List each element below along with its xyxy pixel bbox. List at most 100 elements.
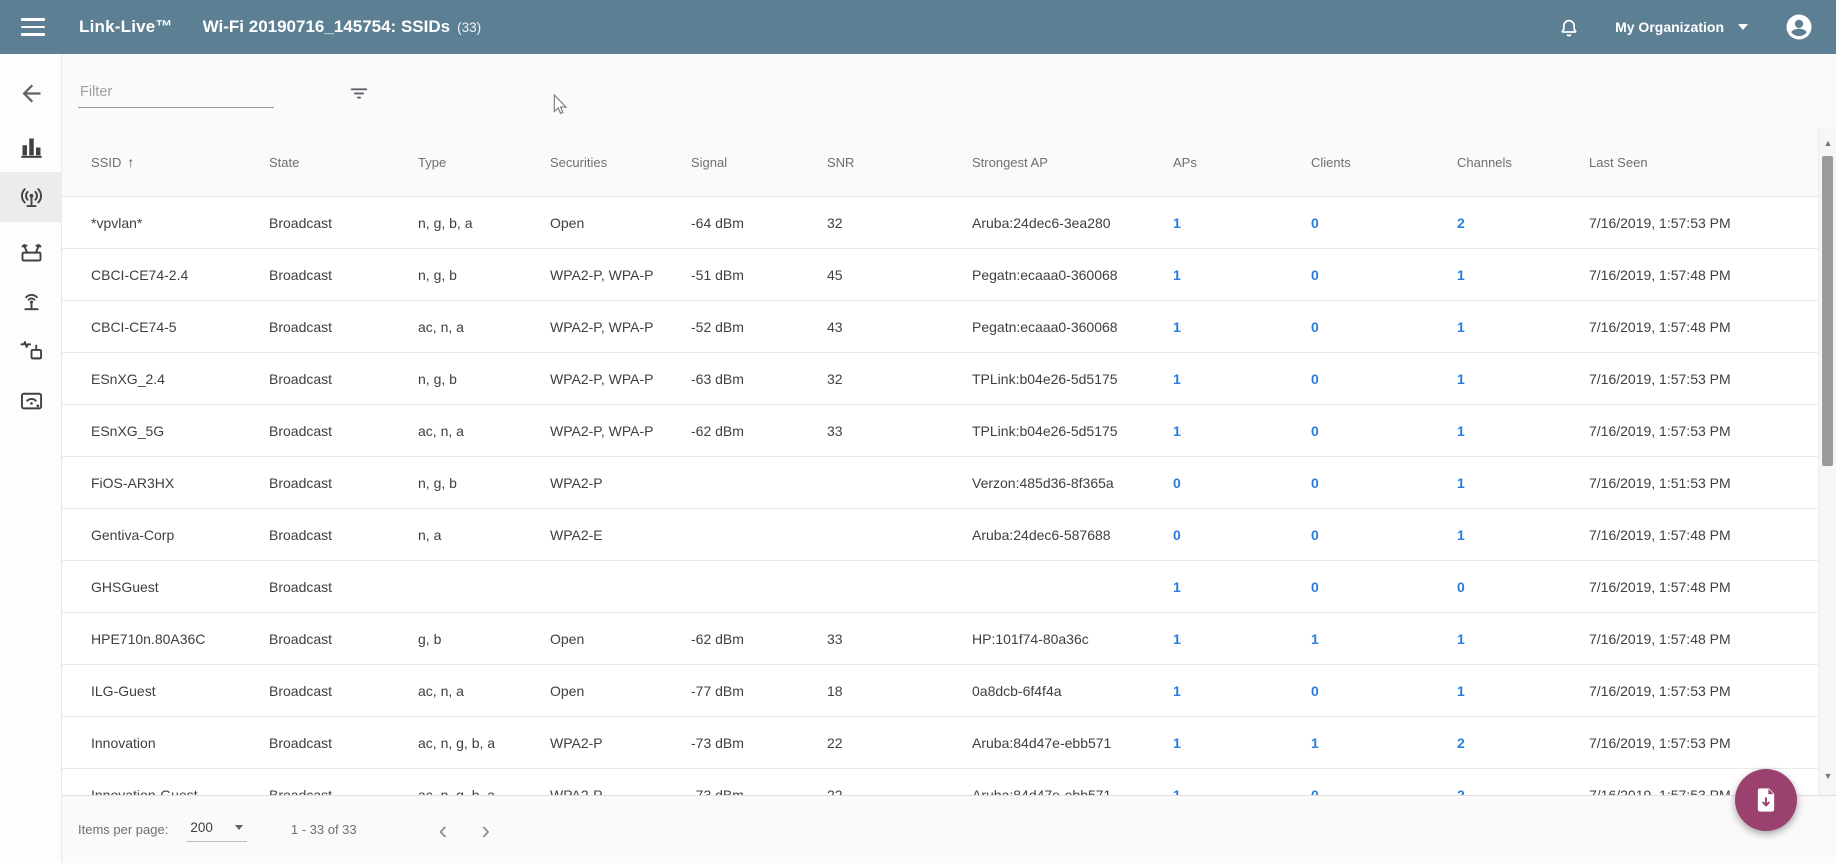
cell-channels-link[interactable]: 1 <box>1457 475 1589 491</box>
cell-channels-link[interactable]: 1 <box>1457 631 1589 647</box>
cell-channels-link[interactable]: 2 <box>1457 215 1589 231</box>
cell-aps-link[interactable]: 1 <box>1173 215 1311 231</box>
cell-channels-link[interactable]: 1 <box>1457 371 1589 387</box>
cell-aps-link[interactable]: 1 <box>1173 319 1311 335</box>
column-header-state[interactable]: State <box>269 155 418 170</box>
cell-channels-link[interactable]: 1 <box>1457 319 1589 335</box>
table-row[interactable]: GHSGuest Broadcast 1 0 0 7/16/2019, 1:57… <box>62 561 1818 613</box>
cell-clients-link[interactable]: 0 <box>1311 371 1457 387</box>
cell-aps-link[interactable]: 1 <box>1173 683 1311 699</box>
cell-clients-link[interactable]: 1 <box>1311 631 1457 647</box>
cell-aps-link[interactable]: 1 <box>1173 371 1311 387</box>
table-row[interactable]: CBCI-CE74-5 Broadcast ac, n, a WPA2-P, W… <box>62 301 1818 353</box>
nav-channels[interactable] <box>0 276 62 326</box>
nav-access-points[interactable] <box>0 226 62 276</box>
cell-clients-link[interactable]: 0 <box>1311 683 1457 699</box>
items-per-page-select[interactable]: 200 <box>186 818 247 842</box>
vertical-scrollbar[interactable]: ▲ ▼ <box>1818 128 1836 795</box>
table-row[interactable]: ESnXG_2.4 Broadcast n, g, b WPA2-P, WPA-… <box>62 353 1818 405</box>
page-count: (33) <box>457 19 482 35</box>
nav-ssids[interactable] <box>0 172 62 222</box>
cell-state: Broadcast <box>269 630 333 647</box>
cell-aps-link[interactable]: 1 <box>1173 735 1311 751</box>
table-row[interactable]: CBCI-CE74-2.4 Broadcast n, g, b WPA2-P, … <box>62 249 1818 301</box>
cell-channels-link[interactable]: 1 <box>1457 267 1589 283</box>
cell-securities: WPA2-P, WPA-P <box>550 370 654 387</box>
nav-summary[interactable] <box>0 122 62 172</box>
cell-aps-link[interactable]: 1 <box>1173 267 1311 283</box>
cell-clients-link[interactable]: 0 <box>1311 267 1457 283</box>
filter-list-icon[interactable] <box>348 82 370 104</box>
cell-aps-link[interactable]: 1 <box>1173 787 1311 796</box>
cell-channels-link[interactable]: 2 <box>1457 787 1589 796</box>
cell-state: Broadcast <box>269 318 333 335</box>
table-row[interactable]: Gentiva-Corp Broadcast n, a WPA2-E Aruba… <box>62 509 1818 561</box>
column-header-strongest-ap[interactable]: Strongest AP <box>972 155 1173 170</box>
bar-chart-icon <box>20 138 42 158</box>
cell-snr: 33 <box>827 422 843 439</box>
previous-page-button[interactable]: ‹ <box>429 817 458 843</box>
nav-clients[interactable] <box>0 375 62 425</box>
paginator: Items per page: 200 1 - 33 of 33 ‹ › <box>62 795 1836 863</box>
cell-last-seen: 7/16/2019, 1:51:53 PM <box>1589 474 1731 491</box>
cell-clients-link[interactable]: 0 <box>1311 527 1457 543</box>
cell-snr: 32 <box>827 370 843 387</box>
cell-signal: -52 dBm <box>691 318 744 335</box>
scroll-down-icon[interactable]: ▼ <box>1819 767 1836 785</box>
cell-ssid: Gentiva-Corp <box>91 526 175 543</box>
table-row[interactable]: ILG-Guest Broadcast ac, n, a Open -77 dB… <box>62 665 1818 717</box>
cell-channels-link[interactable]: 2 <box>1457 735 1589 751</box>
cell-aps-link[interactable]: 1 <box>1173 579 1311 595</box>
organization-menu[interactable]: My Organization <box>1615 19 1748 35</box>
cell-channels-link[interactable]: 0 <box>1457 579 1589 595</box>
filter-bar <box>62 54 1818 128</box>
cell-aps-link[interactable]: 1 <box>1173 423 1311 439</box>
cell-clients-link[interactable]: 0 <box>1311 215 1457 231</box>
filter-input[interactable] <box>78 80 274 108</box>
column-header-type[interactable]: Type <box>418 155 550 170</box>
cell-aps-link[interactable]: 0 <box>1173 527 1311 543</box>
column-header-last-seen[interactable]: Last Seen <box>1589 155 1818 170</box>
cell-type: n, g, b <box>418 370 457 387</box>
cell-ssid: Innovation-Guest <box>91 786 198 796</box>
column-header-snr[interactable]: SNR <box>827 155 972 170</box>
notifications-bell-icon[interactable] <box>1557 15 1581 39</box>
cell-aps-link[interactable]: 0 <box>1173 475 1311 491</box>
column-header-channels[interactable]: Channels <box>1457 155 1589 170</box>
column-header-aps[interactable]: APs <box>1173 155 1311 170</box>
column-header-signal[interactable]: Signal <box>691 155 827 170</box>
table-row[interactable]: ESnXG_5G Broadcast ac, n, a WPA2-P, WPA-… <box>62 405 1818 457</box>
cell-type: n, g, b <box>418 474 457 491</box>
table-row[interactable]: Innovation-Guest Broadcast ac, n, g, b, … <box>62 769 1818 795</box>
scroll-up-icon[interactable]: ▲ <box>1819 134 1836 152</box>
table-row[interactable]: HPE710n.80A36C Broadcast g, b Open -62 d… <box>62 613 1818 665</box>
nav-interference[interactable] <box>0 325 62 375</box>
cell-clients-link[interactable]: 0 <box>1311 319 1457 335</box>
cell-clients-link[interactable]: 0 <box>1311 787 1457 796</box>
menu-icon[interactable] <box>21 18 45 36</box>
brand-logo[interactable]: Link-Live™ <box>79 17 173 37</box>
table-row[interactable]: Innovation Broadcast ac, n, g, b, a WPA2… <box>62 717 1818 769</box>
cell-clients-link[interactable]: 0 <box>1311 579 1457 595</box>
next-page-button[interactable]: › <box>471 817 500 843</box>
cell-securities: Open <box>550 630 585 647</box>
cell-channels-link[interactable]: 1 <box>1457 423 1589 439</box>
table-row[interactable]: FiOS-AR3HX Broadcast n, g, b WPA2-P Verz… <box>62 457 1818 509</box>
nav-back-button[interactable] <box>0 68 62 118</box>
account-avatar-icon[interactable] <box>1784 12 1814 42</box>
cell-channels-link[interactable]: 1 <box>1457 527 1589 543</box>
cell-state: Broadcast <box>269 370 333 387</box>
cell-channels-link[interactable]: 1 <box>1457 683 1589 699</box>
column-header-securities[interactable]: Securities <box>550 155 691 170</box>
cell-signal: -64 dBm <box>691 214 744 231</box>
cell-clients-link[interactable]: 0 <box>1311 475 1457 491</box>
cell-aps-link[interactable]: 1 <box>1173 631 1311 647</box>
cell-clients-link[interactable]: 1 <box>1311 735 1457 751</box>
table-row[interactable]: *vpvlan* Broadcast n, g, b, a Open -64 d… <box>62 197 1818 249</box>
column-header-ssid[interactable]: SSID ↑ <box>91 154 269 170</box>
cell-clients-link[interactable]: 0 <box>1311 423 1457 439</box>
cell-last-seen: 7/16/2019, 1:57:48 PM <box>1589 578 1731 595</box>
export-report-fab[interactable] <box>1735 769 1797 831</box>
column-header-clients[interactable]: Clients <box>1311 155 1457 170</box>
scrollbar-thumb[interactable] <box>1822 156 1833 466</box>
